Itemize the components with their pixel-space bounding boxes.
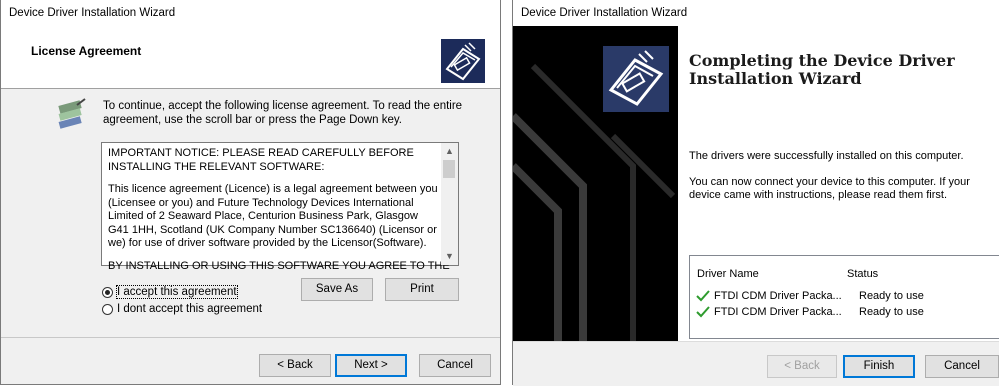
separator (1, 337, 500, 338)
driver-install-icon (603, 46, 669, 112)
driver-name-cell: FTDI CDM Driver Packa... (714, 290, 842, 302)
wizard-side-banner (513, 26, 678, 341)
table-row[interactable]: FTDI CDM Driver Packa... Ready to use (696, 290, 924, 302)
window-title: Device Driver Installation Wizard (513, 0, 999, 26)
completion-heading: Completing the Device Driver Installatio… (689, 51, 955, 88)
driver-name-cell: FTDI CDM Driver Packa... (714, 306, 842, 318)
page-title: License Agreement (31, 44, 142, 58)
decline-radio-label[interactable]: I dont accept this agreement (117, 303, 262, 315)
radio-unselected-icon[interactable] (102, 303, 113, 315)
finish-button[interactable]: Finish (843, 355, 915, 378)
window-title: Device Driver Installation Wizard (1, 0, 500, 26)
license-scrollbar[interactable]: ▲ ▼ (441, 143, 458, 265)
driver-install-icon (441, 39, 485, 83)
back-button[interactable]: < Back (259, 354, 331, 377)
back-button[interactable]: < Back (767, 355, 837, 378)
license-paragraph: BY INSTALLING OR USING THIS SOFTWARE YOU… (108, 259, 450, 272)
cancel-button[interactable]: Cancel (419, 354, 491, 377)
cancel-button[interactable]: Cancel (925, 355, 999, 378)
license-agreement-dialog: Device Driver Installation Wizard Licens… (0, 0, 501, 385)
checkmark-icon (696, 306, 710, 318)
print-button[interactable]: Print (385, 278, 459, 301)
checkmark-icon (696, 290, 710, 302)
save-as-button[interactable]: Save As (301, 278, 373, 301)
license-document-icon (58, 98, 86, 129)
license-text: IMPORTANT NOTICE: PLEASE READ CAREFULLY … (108, 147, 450, 282)
dialog-header: License Agreement (1, 26, 500, 89)
driver-list[interactable]: Driver Name Status FTDI CDM Driver Packa… (689, 255, 999, 339)
intro-text: To continue, accept the following licens… (103, 100, 463, 126)
accept-radio[interactable]: I accept this agreement (102, 285, 238, 299)
decline-radio[interactable]: I dont accept this agreement (102, 303, 262, 315)
driver-status-cell: Ready to use (859, 306, 924, 318)
license-paragraph: This licence agreement (Licence) is a le… (108, 183, 438, 249)
table-row[interactable]: FTDI CDM Driver Packa... Ready to use (696, 306, 924, 318)
driver-status-cell: Ready to use (859, 290, 924, 302)
next-button[interactable]: Next > (335, 354, 407, 377)
accept-radio-label[interactable]: I accept this agreement (116, 285, 238, 299)
radio-selected-icon[interactable] (102, 286, 113, 298)
scroll-down-arrow-icon[interactable]: ▼ (441, 248, 458, 265)
completion-dialog: Device Driver Installation Wizard Comple… (512, 0, 999, 386)
button-bar: < Back Finish Cancel (513, 341, 999, 386)
connect-instructions: You can now connect your device to this … (689, 176, 970, 201)
success-message: The drivers were successfully installed … (689, 150, 964, 162)
column-header-status[interactable]: Status (847, 268, 878, 280)
scroll-thumb[interactable] (443, 160, 455, 178)
license-paragraph: IMPORTANT NOTICE: PLEASE READ CAREFULLY … (108, 147, 414, 173)
column-header-driver-name[interactable]: Driver Name (697, 268, 759, 280)
scroll-up-arrow-icon[interactable]: ▲ (441, 143, 458, 160)
license-textbox[interactable]: IMPORTANT NOTICE: PLEASE READ CAREFULLY … (101, 142, 459, 272)
